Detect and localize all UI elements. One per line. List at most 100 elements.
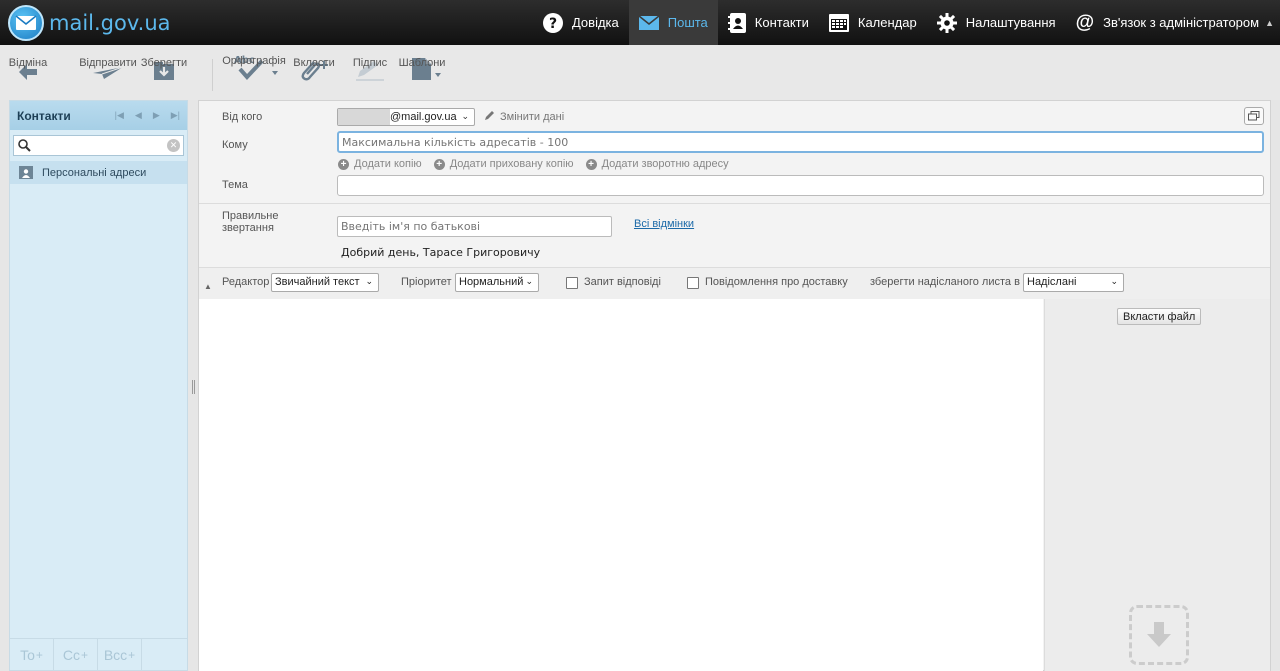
add-to-plus: + — [35, 648, 43, 662]
attachments-pane: Вкласти файл — [1044, 299, 1270, 671]
priority-select-value: Нормальний — [459, 276, 524, 288]
from-label: Від кого — [222, 111, 263, 123]
signature-button[interactable]: Підпис — [353, 55, 387, 81]
chevron-down-icon: ⌄ — [525, 276, 533, 286]
add-cc-button[interactable]: Cc + — [54, 639, 98, 671]
logo[interactable]: mail.gov.ua — [8, 5, 171, 41]
add-bcc-link[interactable]: + Додати приховану копію — [433, 158, 574, 170]
contacts-search-input[interactable] — [14, 136, 183, 155]
add-to-label: To — [20, 647, 35, 663]
spelling-label: Орфографія — [222, 55, 286, 67]
read-receipt-checkbox[interactable] — [566, 277, 578, 289]
nav-settings[interactable]: Налаштування — [927, 0, 1066, 45]
contacts-panel: Контакти |◀ ◀ ▶ ▶| ✕ Персональні адреси … — [9, 100, 188, 671]
next-page-icon[interactable]: ▶ — [153, 110, 160, 121]
divider — [199, 203, 1270, 204]
envelope-icon — [638, 15, 659, 30]
add-reply-to-link[interactable]: + Додати зворотню адресу — [585, 158, 729, 170]
svg-text:?: ? — [549, 16, 557, 32]
templates-button[interactable]: Шаблони — [399, 55, 445, 81]
nav-mail[interactable]: Пошта — [628, 0, 718, 45]
last-page-icon[interactable]: ▶| — [171, 110, 180, 121]
at-sign-icon: @ — [1075, 11, 1095, 33]
prev-page-icon[interactable]: ◀ — [135, 110, 142, 121]
contacts-item-personal[interactable]: Персональні адреси — [10, 161, 187, 184]
cancel-button[interactable]: Відміна — [9, 55, 47, 81]
chevron-down-icon: ⌄ — [365, 276, 373, 286]
read-receipt-label: Запит відповіді — [584, 276, 661, 288]
add-cc-link[interactable]: + Додати копію — [338, 158, 422, 170]
subject-label: Тема — [222, 179, 248, 191]
message-body-editor[interactable] — [199, 299, 1043, 671]
change-data-label: Змінити дані — [500, 111, 565, 123]
toolbar-divider — [212, 59, 213, 91]
save-sent-folder-select[interactable]: Надіслані ⌄ — [1023, 273, 1124, 292]
add-reply-to-text: Додати зворотню адресу — [601, 158, 729, 170]
top-bar: mail.gov.ua ? Довідка Пошта Контакти Кал… — [0, 0, 1280, 45]
salutation-label-line-2: звертання — [222, 222, 274, 234]
to-label: Кому — [222, 139, 248, 151]
greeting-preview: Добрий день, Тарасе Григоровичу — [341, 246, 541, 259]
address-book-icon — [19, 166, 33, 179]
nav-contacts[interactable]: Контакти — [718, 0, 819, 45]
add-cc-text: Додати копію — [354, 158, 422, 170]
salutation-label: Правильне звертання — [222, 210, 278, 234]
delivery-notice-checkbox[interactable] — [687, 277, 699, 289]
nav-contacts-label: Контакти — [754, 15, 809, 30]
patronymic-input[interactable] — [337, 216, 612, 237]
collapse-up-icon[interactable]: ▲ — [204, 282, 212, 291]
send-label: Відправити — [79, 57, 137, 69]
nav-calendar[interactable]: Календар — [819, 0, 927, 45]
contacts-footer: To + Cc + Bcc + — [10, 638, 187, 671]
attach-button[interactable]: Вкласти — [293, 55, 335, 81]
to-input[interactable] — [337, 131, 1264, 153]
contacts-search: ✕ — [13, 135, 184, 156]
add-cc-label: Cc — [62, 647, 81, 663]
nav-admin[interactable]: @ Зв'язок з адміністратором — [1066, 0, 1264, 45]
contacts-title: Контакти — [17, 108, 71, 123]
editor-select[interactable]: Звичайний текст ⌄ — [271, 273, 379, 292]
priority-select[interactable]: Нормальний ⌄ — [455, 273, 539, 292]
from-username-redacted — [338, 109, 390, 125]
add-bcc-button[interactable]: Bcc + — [98, 639, 142, 671]
save-button[interactable]: Зберегти — [141, 55, 187, 81]
chevron-down-icon: ⌄ — [461, 111, 469, 121]
plus-circle-icon: + — [433, 158, 445, 170]
send-button[interactable]: Відправити — [79, 55, 137, 81]
gear-icon — [936, 12, 957, 33]
contacts-item-label: Персональні адреси — [42, 166, 147, 179]
first-page-icon[interactable]: |◀ — [115, 110, 124, 121]
change-data-link[interactable]: Змінити дані — [484, 110, 564, 124]
attach-file-button[interactable]: Вкласти файл — [1117, 308, 1202, 325]
delivery-notice-label: Повідомлення про доставку — [705, 276, 848, 288]
editor-label: Редактор — [222, 276, 270, 288]
splitter-grip-icon — [192, 380, 195, 394]
contacts-header: Контакти |◀ ◀ ▶ ▶| — [10, 101, 187, 130]
collapse-nav-icon[interactable]: ▲ — [1263, 0, 1280, 45]
from-select[interactable]: @mail.gov.ua ⌄ — [337, 108, 475, 126]
cancel-label: Відміна — [8, 57, 48, 69]
add-to-button[interactable]: To + — [10, 639, 54, 671]
save-label: Зберегти — [140, 57, 188, 69]
add-bcc-plus: + — [128, 648, 136, 662]
contacts-pager: |◀ ◀ ▶ ▶| — [115, 110, 180, 121]
contacts-book-icon — [727, 12, 746, 33]
clear-search-icon[interactable]: ✕ — [167, 139, 180, 152]
subject-input[interactable] — [337, 175, 1264, 196]
plus-circle-icon: + — [338, 158, 349, 170]
nav-mail-label: Пошта — [667, 15, 708, 30]
nav-help-label: Довідка — [571, 15, 619, 30]
nav-help[interactable]: ? Довідка — [533, 0, 629, 45]
search-icon — [18, 139, 31, 155]
restore-window-icon[interactable] — [1244, 107, 1264, 125]
spelling-button[interactable]: Abc Орфографія — [222, 53, 286, 81]
calendar-icon — [828, 13, 849, 32]
add-recipients-links: + Додати копію + Додати приховану копію + Д… — [338, 158, 729, 170]
drop-zone-download-icon[interactable] — [1129, 605, 1189, 665]
pencil-icon — [484, 110, 495, 124]
nav-settings-label: Налаштування — [965, 15, 1056, 30]
help-icon: ? — [542, 12, 563, 33]
all-forms-link[interactable]: Всі відмінки — [634, 218, 694, 230]
attach-label: Вкласти — [293, 57, 335, 69]
panel-splitter[interactable] — [189, 100, 198, 671]
